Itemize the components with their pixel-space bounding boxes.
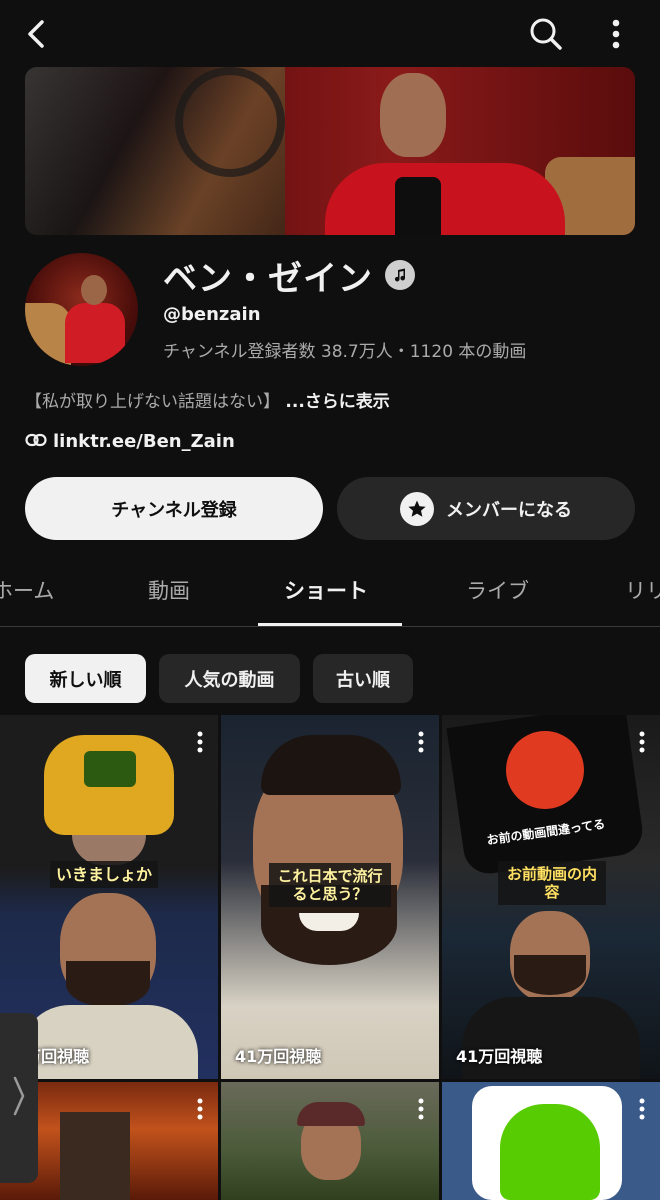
description-text: 【私が取り上げない話題はない】 bbox=[25, 392, 280, 412]
duolingo-owl-icon bbox=[500, 1104, 600, 1200]
channel-name: ベン・ゼイン bbox=[163, 258, 373, 299]
back-arrow-icon[interactable] bbox=[16, 14, 56, 54]
short-caption: いきましょか bbox=[50, 861, 159, 889]
channel-link[interactable]: linktr.ee/Ben_Zain bbox=[25, 431, 235, 452]
link-icon bbox=[25, 431, 47, 452]
more-vert-icon[interactable] bbox=[190, 1094, 210, 1124]
angry-emoji-icon bbox=[506, 731, 584, 809]
more-vert-icon[interactable] bbox=[596, 14, 636, 54]
chip-newest[interactable]: 新しい順 bbox=[25, 654, 146, 703]
star-icon bbox=[400, 491, 434, 526]
tab-releases[interactable]: リリ bbox=[625, 575, 660, 605]
view-count: 41万回視聴 bbox=[235, 1047, 322, 1066]
short-beard bbox=[514, 955, 586, 995]
link-text: linktr.ee/Ben_Zain bbox=[53, 431, 235, 452]
banner-jacket bbox=[325, 163, 565, 235]
banner-shirt bbox=[395, 177, 441, 235]
banner-steering-wheel bbox=[175, 67, 285, 177]
short-shirt bbox=[20, 1005, 198, 1079]
tab-home[interactable]: ホーム bbox=[0, 575, 54, 605]
short-caption: お前動画の内容 bbox=[498, 861, 606, 905]
short-smile bbox=[299, 913, 359, 931]
avatar-jacket bbox=[65, 303, 125, 363]
banner-head bbox=[380, 73, 446, 157]
join-membership-label: メンバーになる bbox=[446, 499, 572, 521]
chevron-right-icon bbox=[12, 1074, 26, 1122]
tab-live[interactable]: ライブ bbox=[466, 575, 529, 605]
more-vert-icon[interactable] bbox=[632, 1094, 652, 1124]
show-more-link[interactable]: ...さらに表示 bbox=[285, 392, 389, 412]
cap-shape bbox=[297, 1102, 365, 1126]
channel-title-row: ベン・ゼイン bbox=[163, 252, 415, 299]
active-tab-indicator bbox=[258, 623, 402, 626]
short-hair bbox=[261, 735, 401, 795]
more-vert-icon[interactable] bbox=[632, 727, 652, 757]
top-app-bar bbox=[0, 0, 660, 66]
more-vert-icon[interactable] bbox=[411, 727, 431, 757]
view-count: 41万回視聴 bbox=[456, 1047, 543, 1066]
tab-videos[interactable]: 動画 bbox=[148, 575, 190, 605]
channel-tabs: ホーム 動画 ショート ライブ リリ bbox=[0, 555, 660, 627]
building-shape bbox=[60, 1112, 130, 1200]
helmet-visor bbox=[84, 751, 136, 787]
channel-stats: チャンネル登録者数 38.7万人・1120 本の動画 bbox=[163, 342, 527, 362]
chip-popular[interactable]: 人気の動画 bbox=[159, 654, 300, 703]
edge-panel-handle[interactable] bbox=[0, 1013, 38, 1183]
more-vert-icon[interactable] bbox=[190, 727, 210, 757]
tab-shorts[interactable]: ショート bbox=[284, 575, 368, 605]
short-thumbnail[interactable] bbox=[221, 1082, 439, 1200]
short-thumbnail[interactable]: お前の動画間違ってる お前動画の内容 41万回視聴 bbox=[442, 715, 660, 1079]
channel-handle: @benzain bbox=[163, 304, 261, 325]
verified-music-icon bbox=[385, 260, 415, 290]
avatar[interactable] bbox=[25, 253, 138, 366]
subscribe-button[interactable]: チャンネル登録 bbox=[25, 477, 323, 540]
chip-oldest[interactable]: 古い順 bbox=[313, 654, 413, 703]
shorts-grid: いきましょか 7万回視聴 これ日本で流行ると思う？ 41万回視聴 お前の動画間違… bbox=[0, 715, 660, 1200]
search-icon[interactable] bbox=[526, 14, 566, 54]
short-thumbnail[interactable]: これ日本で流行ると思う？ 41万回視聴 bbox=[221, 715, 439, 1079]
short-beard bbox=[66, 961, 150, 1007]
channel-banner bbox=[25, 67, 635, 235]
short-caption: これ日本で流行ると思う？ bbox=[269, 863, 391, 907]
more-vert-icon[interactable] bbox=[411, 1094, 431, 1124]
short-thumbnail[interactable] bbox=[442, 1082, 660, 1200]
avatar-head bbox=[81, 275, 107, 305]
channel-description[interactable]: 【私が取り上げない話題はない】 ...さらに表示 bbox=[25, 387, 390, 412]
join-membership-button[interactable]: メンバーになる bbox=[337, 477, 635, 540]
